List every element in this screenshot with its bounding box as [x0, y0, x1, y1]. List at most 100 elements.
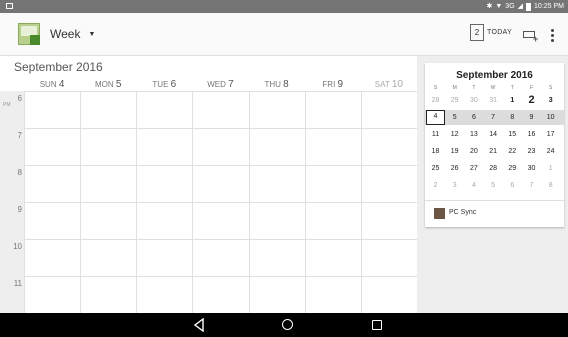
- mini-calendar-day[interactable]: 1: [503, 93, 522, 108]
- hour-label: 11: [0, 279, 22, 288]
- calendar-name[interactable]: PC Sync: [449, 209, 476, 216]
- mini-calendar-day[interactable]: 13: [464, 127, 483, 142]
- overflow-menu-icon[interactable]: [551, 29, 555, 43]
- day-of-week: SUN: [39, 80, 57, 89]
- week-grid[interactable]: 6 PM 7 8 9 10 11: [0, 91, 418, 314]
- mini-calendar-day[interactable]: 31: [484, 93, 503, 108]
- mini-calendar-week[interactable]: 2345678: [425, 178, 564, 193]
- day-gridline: [360, 91, 362, 313]
- today-button[interactable]: 2 TODAY: [470, 24, 512, 41]
- mini-calendar-day[interactable]: 2: [426, 178, 445, 193]
- caret-down-icon: ▼: [88, 30, 96, 38]
- mini-calendar-day[interactable]: 5: [484, 178, 503, 193]
- mini-calendar-week[interactable]: 4 5 6 7 8 9 10: [425, 110, 564, 125]
- mini-calendar-day[interactable]: 8: [503, 110, 522, 125]
- day-header-thu[interactable]: THU 8: [249, 79, 305, 91]
- day-header-sun[interactable]: SUN 4: [24, 79, 80, 91]
- mini-calendar-day[interactable]: 18: [426, 144, 445, 159]
- mini-dow-label: S: [433, 85, 438, 91]
- hour-number: 10: [13, 242, 22, 251]
- mini-calendar-day[interactable]: 20: [464, 144, 483, 159]
- mini-calendar-day[interactable]: 6: [503, 178, 522, 193]
- mini-calendar-divider: [425, 200, 564, 201]
- mini-calendar-day[interactable]: 30: [464, 93, 483, 108]
- mini-calendar-day[interactable]: 22: [503, 144, 522, 159]
- mini-calendar-day[interactable]: 6: [464, 110, 483, 125]
- mini-calendar-week[interactable]: 28 29 30 31 1 2 3: [425, 93, 564, 108]
- mini-calendar-day[interactable]: 17: [541, 127, 560, 142]
- mini-calendar-day[interactable]: 28: [426, 93, 445, 108]
- day-number: 4: [58, 79, 65, 90]
- day-header-sat[interactable]: SAT 10: [361, 79, 417, 91]
- mini-calendar-day[interactable]: 29: [503, 161, 522, 176]
- hour-label: 9: [0, 205, 22, 214]
- today-day-number: 2: [474, 28, 480, 37]
- mini-calendar-day[interactable]: 29: [445, 93, 464, 108]
- mini-calendar-day[interactable]: 5: [445, 110, 464, 125]
- mini-calendar-day[interactable]: 21: [484, 144, 503, 159]
- mini-calendar-day[interactable]: 3: [541, 93, 560, 108]
- day-header-fri[interactable]: FRI 9: [305, 79, 361, 91]
- mini-dow-label: S: [549, 85, 553, 91]
- mini-calendar-day[interactable]: 28: [484, 161, 503, 176]
- mini-calendar-day[interactable]: 14: [484, 127, 503, 142]
- today-calendar-icon: 2: [470, 24, 484, 41]
- day-number: 8: [283, 79, 289, 90]
- mini-calendar-day[interactable]: 7: [522, 178, 541, 193]
- network-type: 3G: [505, 3, 515, 10]
- hour-label: 7: [0, 131, 22, 140]
- mini-calendar-day[interactable]: 8: [541, 178, 560, 193]
- mini-calendar-day[interactable]: 23: [522, 144, 541, 159]
- day-header-tue[interactable]: TUE 6: [136, 79, 192, 91]
- hour-label: 6 PM: [0, 94, 22, 108]
- back-icon[interactable]: [193, 318, 205, 332]
- mini-calendar-day[interactable]: 11: [426, 127, 445, 142]
- day-gridline: [304, 91, 306, 313]
- mini-calendar-day[interactable]: 4: [464, 178, 483, 193]
- mini-calendar-title: September 2016: [456, 70, 533, 81]
- day-of-week: MON: [94, 80, 114, 89]
- mini-calendar-day[interactable]: 12: [445, 127, 464, 142]
- day-header-mon[interactable]: MON 5: [80, 79, 136, 91]
- week-month-label: September 2016: [14, 60, 103, 74]
- day-of-week: WED: [207, 80, 226, 89]
- mini-calendar-day[interactable]: 9: [522, 110, 541, 125]
- calendar-app-icon[interactable]: [18, 23, 40, 45]
- home-icon[interactable]: [282, 319, 293, 330]
- mini-dow-label: F: [529, 85, 534, 91]
- day-of-week: SAT: [374, 80, 390, 89]
- mini-calendar-day[interactable]: 19: [445, 144, 464, 159]
- mini-calendar-day[interactable]: 15: [503, 127, 522, 142]
- mini-calendar-day[interactable]: 7: [484, 110, 503, 125]
- day-header-wed[interactable]: WED 7: [192, 79, 248, 91]
- mini-calendar-day[interactable]: 4: [426, 110, 445, 125]
- today-label: TODAY: [487, 29, 512, 36]
- hour-gridline: [24, 165, 417, 166]
- mini-calendar-day[interactable]: 24: [541, 144, 560, 159]
- mini-calendar-week[interactable]: 25 26 27 28 29 30 1: [425, 161, 564, 176]
- view-selector[interactable]: Week ▼: [50, 27, 95, 41]
- day-number: 9: [337, 79, 344, 90]
- wifi-icon: ▼: [495, 3, 503, 10]
- mini-calendar-day[interactable]: 3: [445, 178, 464, 193]
- mini-calendar-day[interactable]: 26: [445, 161, 464, 176]
- mini-calendar-day[interactable]: 10: [541, 110, 560, 125]
- mini-calendar-week[interactable]: 18 19 20 21 22 23 24: [425, 144, 564, 159]
- day-gridline: [24, 91, 25, 313]
- hour-number: 8: [17, 168, 22, 177]
- recents-icon[interactable]: [372, 320, 382, 330]
- status-bar: ✱ ▼ 3G ◢ 10:25 PM: [0, 0, 568, 13]
- bluetooth-icon: ✱: [486, 3, 493, 10]
- mini-calendar-day[interactable]: 25: [426, 161, 445, 176]
- mini-calendar-day[interactable]: 1: [541, 161, 560, 176]
- mini-calendar-day[interactable]: 16: [522, 127, 541, 142]
- mini-calendar-day[interactable]: 30: [522, 161, 541, 176]
- mini-dow-label: T: [472, 85, 476, 91]
- mini-calendar-week[interactable]: 11 12 13 14 15 16 17: [425, 127, 564, 142]
- hour-gridline: [24, 128, 417, 129]
- add-event-icon[interactable]: +: [523, 29, 539, 44]
- mini-calendar-day[interactable]: 2: [522, 93, 541, 108]
- mini-calendar-day[interactable]: 27: [464, 161, 483, 176]
- day-number: 6: [170, 79, 177, 90]
- clock: 10:25 PM: [534, 3, 564, 10]
